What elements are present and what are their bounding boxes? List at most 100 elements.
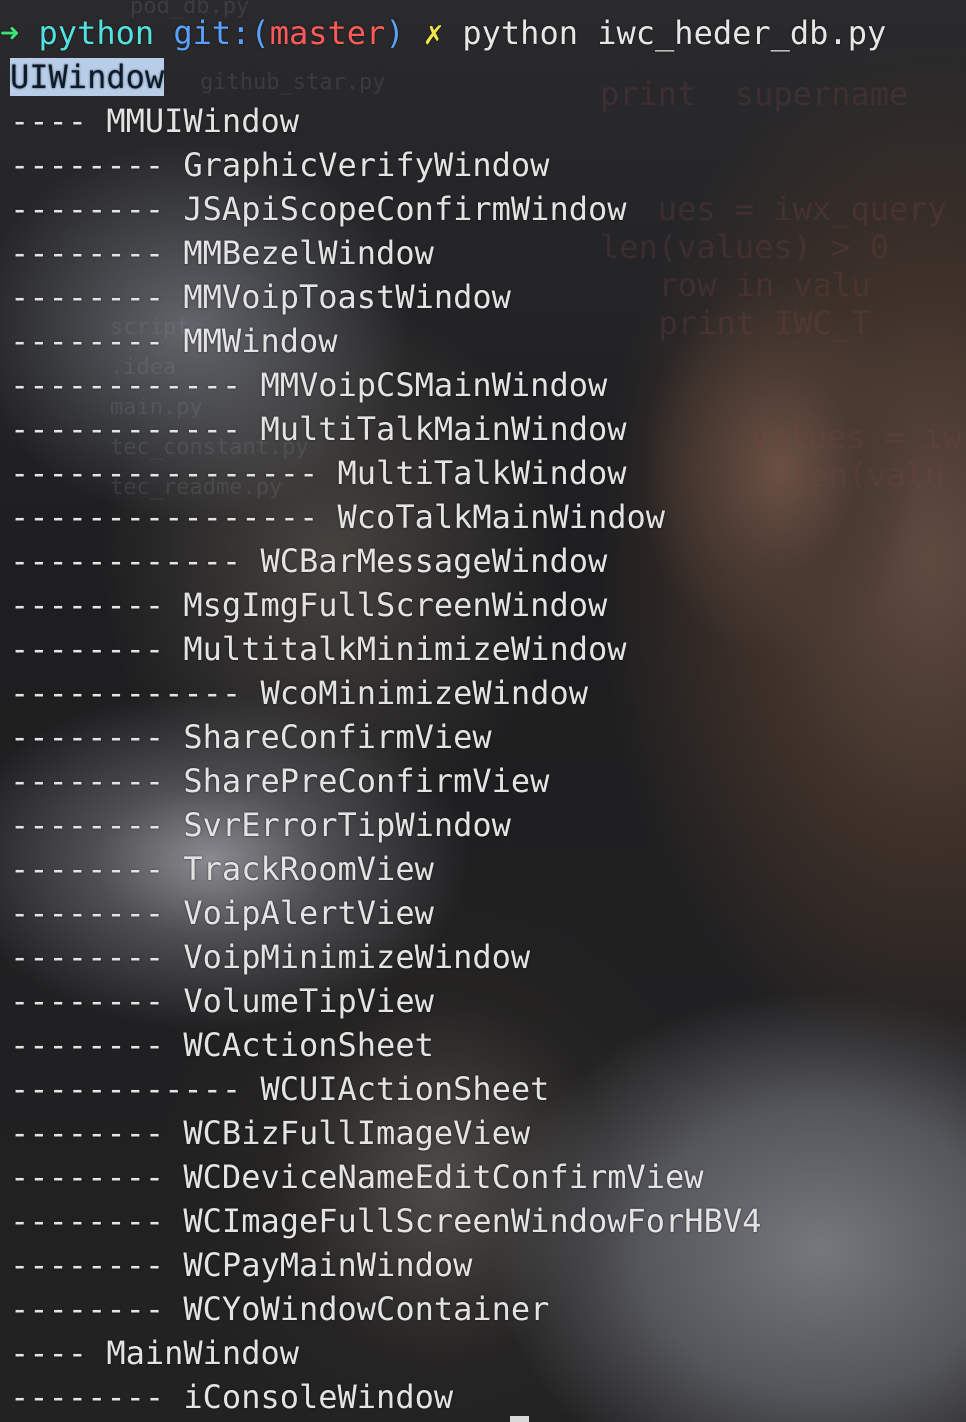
class-name: WcoMinimizeWindow [260, 674, 588, 712]
class-name: WCActionSheet [183, 1026, 434, 1064]
class-name: WCYoWindowContainer [183, 1290, 550, 1328]
class-name: MsgImgFullScreenWindow [183, 586, 608, 624]
output-line: ---------------- MultiTalkWindow [10, 451, 627, 495]
class-name: VolumeTipView [183, 982, 434, 1020]
terminal-cursor [510, 1416, 529, 1422]
tree-indent-dashes: -------- [10, 1202, 184, 1240]
output-line: -------- MMBezelWindow [10, 231, 434, 275]
output-line: -------- WCYoWindowContainer [10, 1287, 549, 1331]
output-line: -------- WCPayMainWindow [10, 1243, 472, 1287]
class-name: UIWindow [10, 58, 165, 96]
output-line: -------- WCBizFullImageView [10, 1111, 530, 1155]
output-line: -------- WCImageFullScreenWindowForHBV4 [10, 1199, 761, 1243]
class-name: SvrErrorTipWindow [183, 806, 511, 844]
tree-indent-dashes: -------- [10, 894, 184, 932]
git-dirty-mark-icon: ✗ [423, 14, 444, 52]
tree-indent-dashes: ------------ [10, 674, 261, 712]
command-text: python iwc_heder_db.py [462, 14, 887, 52]
tree-indent-dashes: -------- [10, 1026, 184, 1064]
class-name: GraphicVerifyWindow [183, 146, 550, 184]
class-name: TrackRoomView [183, 850, 434, 888]
output-line: -------- VolumeTipView [10, 979, 434, 1023]
output-line: -------- WCActionSheet [10, 1023, 434, 1067]
tree-indent-dashes: -------- [10, 718, 184, 756]
class-name: MMWindow [183, 322, 338, 360]
output-line: -------- JSApiScopeConfirmWindow [10, 187, 627, 231]
class-name: WCImageFullScreenWindowForHBV4 [183, 1202, 762, 1240]
class-name: MMVoipToastWindow [183, 278, 511, 316]
output-line: ---- MMUIWindow [10, 99, 299, 143]
class-name: WCDeviceNameEditConfirmView [183, 1158, 704, 1196]
output-line: -------- MMVoipToastWindow [10, 275, 511, 319]
terminal-window[interactable]: ➜ python git:(master) ✗ python iwc_heder… [0, 0, 966, 1422]
tree-indent-dashes: ------------ [10, 1070, 261, 1108]
output-line: -------- GraphicVerifyWindow [10, 143, 549, 187]
prompt-arrow-icon: ➜ [0, 14, 20, 52]
class-name: MultiTalkWindow [337, 454, 627, 492]
output-line: -------- SharePreConfirmView [10, 759, 549, 803]
output-line: -------- MultitalkMinimizeWindow [10, 627, 627, 671]
tree-indent-dashes: ------------ [10, 410, 261, 448]
output-line: ---------------- WcoTalkMainWindow [10, 495, 665, 539]
tree-indent-dashes: ------------ [10, 542, 261, 580]
tree-indent-dashes: -------- [10, 1290, 184, 1328]
output-line: -------- WCDeviceNameEditConfirmView [10, 1155, 704, 1199]
output-line: ------------ WcoMinimizeWindow [10, 671, 588, 715]
tree-indent-dashes: ---- [10, 1334, 107, 1372]
class-name: MultitalkMinimizeWindow [183, 630, 627, 668]
class-name: MMUIWindow [106, 102, 299, 140]
tree-indent-dashes: -------- [10, 1158, 184, 1196]
output-line: -------- iConsoleWindow [10, 1375, 453, 1419]
class-name: VoipAlertView [183, 894, 434, 932]
class-name: iConsoleWindow [183, 1378, 454, 1416]
class-name: WcoTalkMainWindow [337, 498, 666, 536]
class-name: JSApiScopeConfirmWindow [183, 190, 627, 228]
tree-indent-dashes: -------- [10, 190, 184, 228]
class-name: MultiTalkMainWindow [260, 410, 627, 448]
output-line: -------- MsgImgFullScreenWindow [10, 583, 607, 627]
class-name: MMVoipCSMainWindow [260, 366, 608, 404]
class-name: WCPayMainWindow [183, 1246, 473, 1284]
tree-indent-dashes: ------------ [10, 366, 261, 404]
class-name: MainWindow [106, 1334, 299, 1372]
tree-indent-dashes: -------- [10, 982, 184, 1020]
tree-indent-dashes: -------- [10, 762, 184, 800]
output-line: UIWindow [10, 55, 165, 99]
tree-indent-dashes: -------- [10, 278, 184, 316]
output-line: ------------ WCBarMessageWindow [10, 539, 607, 583]
output-line: ------------ MultiTalkMainWindow [10, 407, 627, 451]
tree-indent-dashes: ---------------- [10, 498, 338, 536]
tree-indent-dashes: -------- [10, 806, 184, 844]
class-name: ShareConfirmView [183, 718, 492, 756]
class-name: WCBizFullImageView [183, 1114, 531, 1152]
output-line: ------------ MMVoipCSMainWindow [10, 363, 607, 407]
prompt-directory: python [38, 14, 155, 52]
output-line: -------- SvrErrorTipWindow [10, 803, 511, 847]
class-name: WCUIActionSheet [260, 1070, 550, 1108]
git-branch: master [269, 14, 386, 52]
tree-indent-dashes: -------- [10, 234, 184, 272]
class-name: WCBarMessageWindow [260, 542, 608, 580]
tree-indent-dashes: -------- [10, 630, 184, 668]
tree-indent-dashes: -------- [10, 1246, 184, 1284]
output-line: -------- MMWindow [10, 319, 338, 363]
class-name: MMBezelWindow [183, 234, 434, 272]
class-name: SharePreConfirmView [183, 762, 550, 800]
tree-indent-dashes: -------- [10, 146, 184, 184]
tree-indent-dashes: -------- [10, 1378, 184, 1416]
output-line: -------- VoipMinimizeWindow [10, 935, 530, 979]
output-line: -------- VoipAlertView [10, 891, 434, 935]
tree-indent-dashes: -------- [10, 938, 184, 976]
git-label: git:( [173, 14, 270, 52]
tree-indent-dashes: -------- [10, 1114, 184, 1152]
git-label-close: ) [385, 14, 405, 52]
tree-indent-dashes: ---- [10, 102, 107, 140]
tree-indent-dashes: ---------------- [10, 454, 338, 492]
output-line: -------- TrackRoomView [10, 847, 434, 891]
tree-indent-dashes: -------- [10, 322, 184, 360]
class-name: VoipMinimizeWindow [183, 938, 531, 976]
output-line: ------------ WCUIActionSheet [10, 1067, 549, 1111]
output-line: ---- MainWindow [10, 1331, 299, 1375]
tree-indent-dashes: -------- [10, 850, 184, 888]
prompt-line: ➜ python git:(master) ✗ python iwc_heder… [0, 11, 886, 55]
